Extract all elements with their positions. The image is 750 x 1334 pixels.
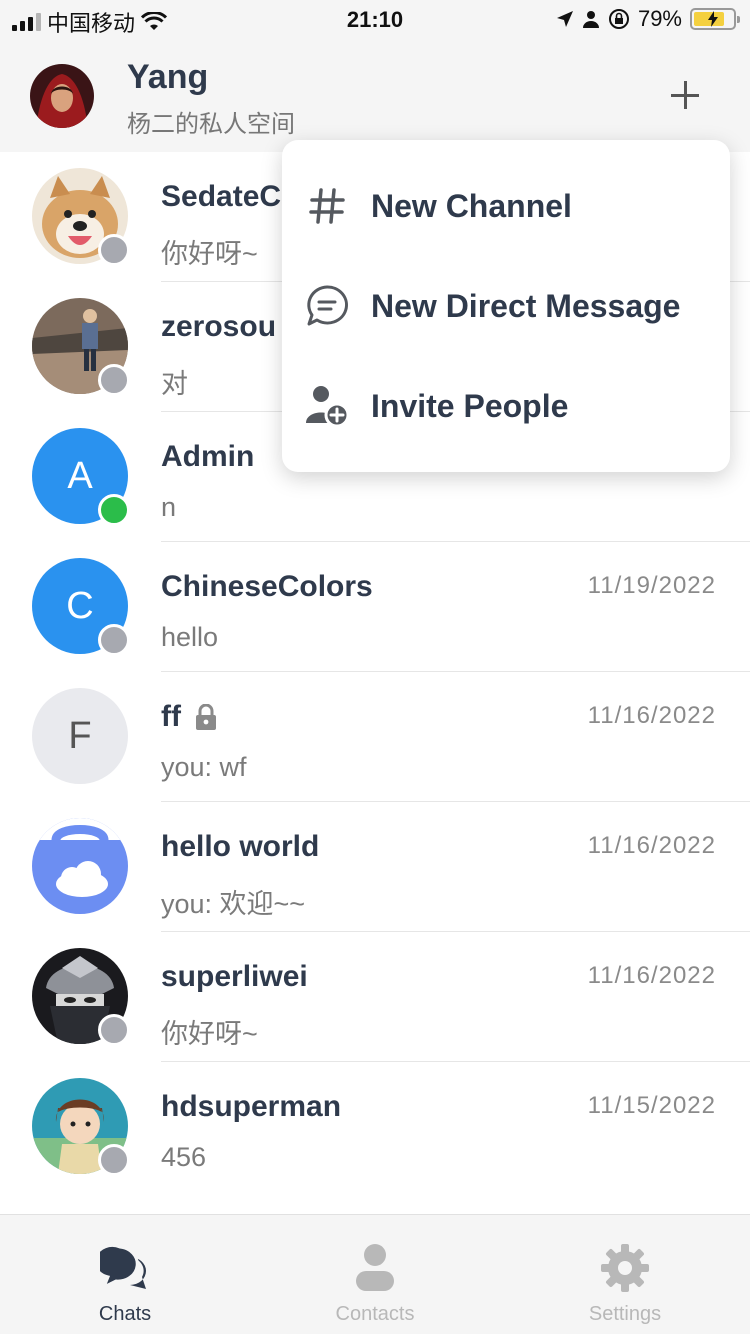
menu-item-new-direct-message[interactable]: New Direct Message [282, 256, 730, 356]
chat-row-ff[interactable]: F ff you: wf 11/16/2022 [0, 672, 750, 802]
person-icon [582, 11, 599, 28]
chat-preview: n [161, 492, 177, 522]
chat-bubble-icon [304, 283, 350, 329]
menu-label: New Channel [371, 187, 572, 224]
chat-date: 11/16/2022 [587, 702, 716, 729]
avatar-letter: F [68, 714, 92, 757]
battery-icon [690, 8, 740, 30]
chat-preview: 你好呀~ [161, 1019, 258, 1049]
status-dot [98, 494, 130, 526]
chat-date: 11/16/2022 [587, 962, 716, 989]
app-header: Yang 杨二的私人空间 [0, 40, 750, 152]
menu-item-invite-people[interactable]: Invite People [282, 356, 730, 456]
add-button[interactable] [660, 70, 710, 120]
hash-icon [304, 183, 350, 229]
chat-preview: 456 [161, 1142, 207, 1172]
tab-settings[interactable]: Settings [500, 1215, 750, 1334]
add-person-icon [304, 383, 350, 429]
tab-label: Settings [588, 1303, 662, 1325]
avatar-letter: A [67, 454, 93, 497]
user-name: Yang [127, 58, 209, 96]
chat-preview: you: wf [161, 752, 247, 782]
chat-row-superliwei[interactable]: superliwei 你好呀~ 11/16/2022 [0, 932, 750, 1062]
menu-label: Invite People [371, 387, 569, 424]
chat-preview: hello [161, 622, 219, 652]
chat-name: hello world [161, 830, 320, 863]
status-dot [98, 1144, 130, 1176]
chat-date: 11/16/2022 [587, 832, 716, 859]
tab-contacts[interactable]: Contacts [250, 1215, 500, 1334]
chat-date: 11/19/2022 [587, 572, 716, 599]
chat-name: superliwei [161, 960, 308, 993]
status-bar: 中国移动 21:10 79% [0, 0, 750, 40]
tab-bar: Chats Contacts Settings [0, 1214, 750, 1334]
orientation-lock-icon [608, 9, 629, 29]
location-arrow-icon [556, 11, 573, 27]
chat-name: zerosou [161, 310, 277, 343]
chat-preview: 对 [161, 369, 188, 399]
chat-name: Admin [161, 440, 255, 473]
chat-preview: 你好呀~ [161, 239, 258, 269]
chat-name: SedateC [161, 180, 282, 213]
status-dot [98, 1014, 130, 1046]
avatar-letter: C [66, 584, 94, 627]
chat-name: hdsuperman [161, 1090, 342, 1123]
status-dot [98, 364, 130, 396]
lock-icon [195, 704, 216, 730]
tab-label: Contacts [335, 1303, 415, 1325]
user-avatar[interactable] [30, 64, 94, 128]
chat-row-hello-world[interactable]: hello world you: 欢迎~~ 11/16/2022 [0, 802, 750, 932]
battery-percent: 79% [637, 6, 682, 31]
settings-icon [600, 1243, 650, 1293]
chat-preview: you: 欢迎~~ [161, 889, 306, 919]
contacts-icon [350, 1243, 400, 1293]
tab-chats[interactable]: Chats [0, 1215, 250, 1334]
user-subtitle: 杨二的私人空间 [127, 111, 295, 138]
chat-name: ChineseColors [161, 570, 373, 603]
chats-icon [92, 1243, 150, 1293]
chat-date: 11/15/2022 [587, 1092, 716, 1119]
status-dot [98, 234, 130, 266]
status-icons: 79% [556, 6, 740, 32]
chat-row-hdsuperman[interactable]: hdsuperman 456 11/15/2022 [0, 1062, 750, 1192]
tab-label: Chats [98, 1303, 152, 1325]
avatar: F [32, 688, 128, 784]
status-dot [98, 624, 130, 656]
chat-row-chinesecolors[interactable]: C ChineseColors hello 11/19/2022 [0, 542, 750, 672]
menu-label: New Direct Message [371, 287, 681, 324]
menu-item-new-channel[interactable]: New Channel [282, 156, 730, 256]
add-menu: New Channel New Direct Message Invite Pe… [282, 140, 730, 472]
cloud-bag-icon [32, 818, 128, 914]
chat-name: ff [161, 700, 181, 733]
